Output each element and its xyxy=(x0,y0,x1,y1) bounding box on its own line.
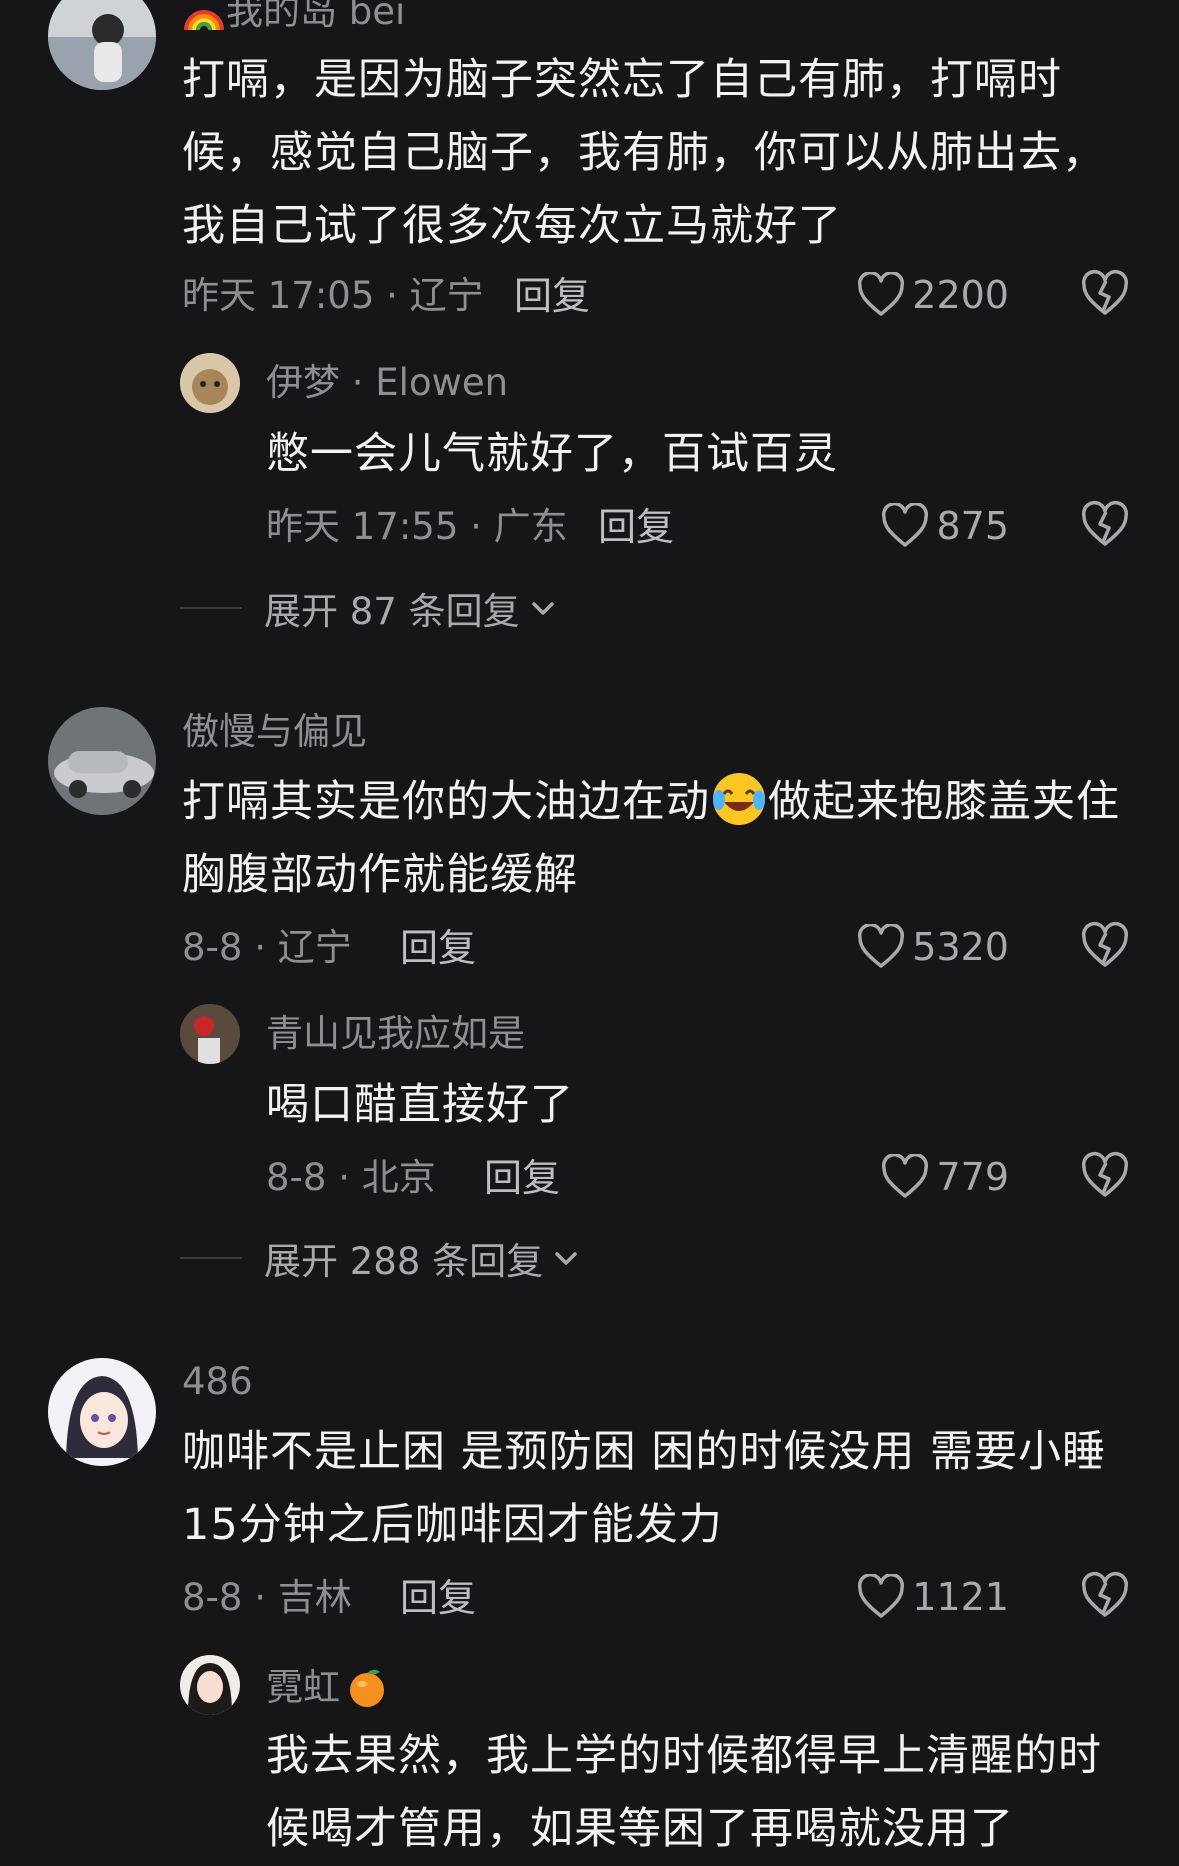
comment-username[interactable]: 我的岛 bei xyxy=(182,0,405,34)
reply-button[interactable]: 回复 xyxy=(400,926,476,970)
dislike-button[interactable] xyxy=(1080,1571,1130,1621)
expand-replies-button[interactable]: 展开 87 条回复 xyxy=(180,586,558,633)
broken-heart-icon xyxy=(1081,922,1129,967)
divider xyxy=(180,607,242,609)
like-count: 779 xyxy=(936,1155,1009,1199)
reply-username[interactable]: 青山见我应如是 xyxy=(266,1012,525,1056)
reply-text: 憋一会儿气就好了，百试百灵 xyxy=(266,429,838,479)
reply-button[interactable]: 回复 xyxy=(484,1156,560,1200)
reply-time-location: 8-8 · 北京 xyxy=(266,1156,436,1199)
like-button[interactable]: 875 xyxy=(880,499,1009,553)
comment-username[interactable]: 486 xyxy=(182,1360,253,1404)
broken-heart-icon xyxy=(1081,270,1129,315)
comment-username[interactable]: 傲慢与偏见 xyxy=(182,710,367,754)
reply-avatar[interactable] xyxy=(180,1655,240,1715)
reply-text: 喝口醋直接好了 xyxy=(266,1080,574,1130)
heart-outline-icon xyxy=(882,503,929,547)
reply-username[interactable]: 霓虹 xyxy=(266,1664,390,1710)
avatar[interactable] xyxy=(48,707,156,815)
comment-time-location: 8-8 · 辽宁 xyxy=(182,926,352,969)
reply-button[interactable]: 回复 xyxy=(400,1576,476,1620)
comment-time-location: 昨天 17:05 · 辽宁 xyxy=(182,274,484,317)
comment-time-location: 8-8 · 吉林 xyxy=(182,1576,352,1619)
avatar[interactable] xyxy=(48,1358,156,1466)
comment-text: 打嗝其实是你的大油边在动 做起来抱膝盖夹住 胸腹部动作就能缓解 xyxy=(182,766,1120,912)
like-count: 1121 xyxy=(912,1575,1009,1619)
heart-outline-icon xyxy=(858,272,905,316)
heart-outline-icon xyxy=(858,1574,905,1618)
like-button[interactable]: 1121 xyxy=(856,1570,1009,1624)
orange-emoji xyxy=(350,1669,384,1707)
broken-heart-icon xyxy=(1081,501,1129,546)
laughing-tears-emoji xyxy=(713,773,765,825)
reply-button[interactable]: 回复 xyxy=(598,505,674,549)
reply-text: 我去果然，我上学的时候都得早上清醒的时 候喝才管用，如果等困了再喝就没用了 xyxy=(266,1731,1102,1854)
dislike-button[interactable] xyxy=(1080,1151,1130,1201)
like-count: 875 xyxy=(936,504,1009,548)
divider xyxy=(180,1257,242,1259)
rainbow-emoji xyxy=(184,10,224,31)
expand-replies-button[interactable]: 展开 288 条回复 xyxy=(180,1236,581,1283)
chevron-down-icon xyxy=(555,1252,577,1265)
avatar[interactable] xyxy=(48,0,156,90)
like-button[interactable]: 779 xyxy=(880,1150,1009,1204)
reply-time-location: 昨天 17:55 · 广东 xyxy=(266,505,568,548)
heart-outline-icon xyxy=(858,924,905,968)
reply-avatar[interactable] xyxy=(180,1004,240,1064)
comment-text: 打嗝，是因为脑子突然忘了自己有肺，打嗝时 候，感觉自己脑子，我有肺，你可以从肺出… xyxy=(182,55,1106,251)
heart-outline-icon xyxy=(882,1154,929,1198)
dislike-button[interactable] xyxy=(1080,500,1130,550)
reply-username[interactable]: 伊梦 · Elowen xyxy=(266,361,508,405)
dislike-button[interactable] xyxy=(1080,269,1130,319)
like-count: 2200 xyxy=(912,273,1009,317)
comment-text: 咖啡不是止困 是预防困 困的时候没用 需要小睡 15分钟之后咖啡因才能发力 xyxy=(182,1427,1107,1550)
like-button[interactable]: 5320 xyxy=(856,920,1009,974)
broken-heart-icon xyxy=(1081,1152,1129,1197)
reply-avatar[interactable] xyxy=(180,353,240,413)
chevron-down-icon xyxy=(531,602,554,615)
reply-button[interactable]: 回复 xyxy=(514,274,590,318)
broken-heart-icon xyxy=(1081,1572,1129,1617)
dislike-button[interactable] xyxy=(1080,921,1130,971)
like-count: 5320 xyxy=(912,925,1009,969)
like-button[interactable]: 2200 xyxy=(856,268,1009,322)
